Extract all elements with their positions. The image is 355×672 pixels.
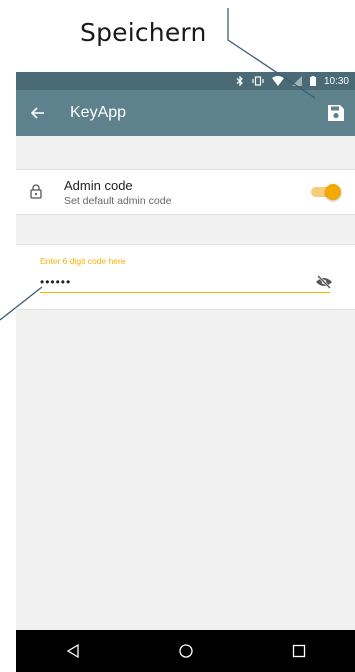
save-icon [328,105,344,121]
recents-square-icon [292,644,305,658]
admin-code-card[interactable]: Admin code Set default admin code [16,169,355,215]
app-title: KeyApp [70,104,127,121]
toggle-thumb [325,184,341,200]
signal-icon [291,76,302,86]
save-button[interactable] [323,100,349,126]
app-bar: KeyApp [16,90,355,136]
code-field-label: Enter 6 digit code here [40,256,126,266]
nav-back-button[interactable] [53,630,93,672]
phone-screen: 10:30 KeyApp Admin code Set default admi… [16,72,355,672]
back-triangle-icon [66,644,79,658]
vibrate-icon [252,76,264,86]
home-circle-icon [178,644,193,658]
back-arrow-icon[interactable] [16,90,60,136]
admin-code-toggle[interactable] [309,184,341,200]
annotation-label: Speichern [80,18,207,47]
status-time: 10:30 [323,75,349,87]
nav-home-button[interactable] [166,630,206,672]
lock-icon [30,184,42,204]
system-nav-bar [16,630,355,672]
admin-code-title: Admin code [64,178,133,193]
battery-icon [309,76,316,86]
bluetooth-icon [236,76,244,86]
eye-off-icon [316,275,332,289]
status-bar: 10:30 [16,72,355,90]
wifi-icon [271,76,284,86]
admin-code-subtitle: Set default admin code [64,195,172,207]
visibility-toggle-button[interactable] [315,275,333,291]
nav-recents-button[interactable] [279,630,319,672]
code-entry-card: Enter 6 digit code here [16,244,355,310]
code-input[interactable] [40,272,330,293]
